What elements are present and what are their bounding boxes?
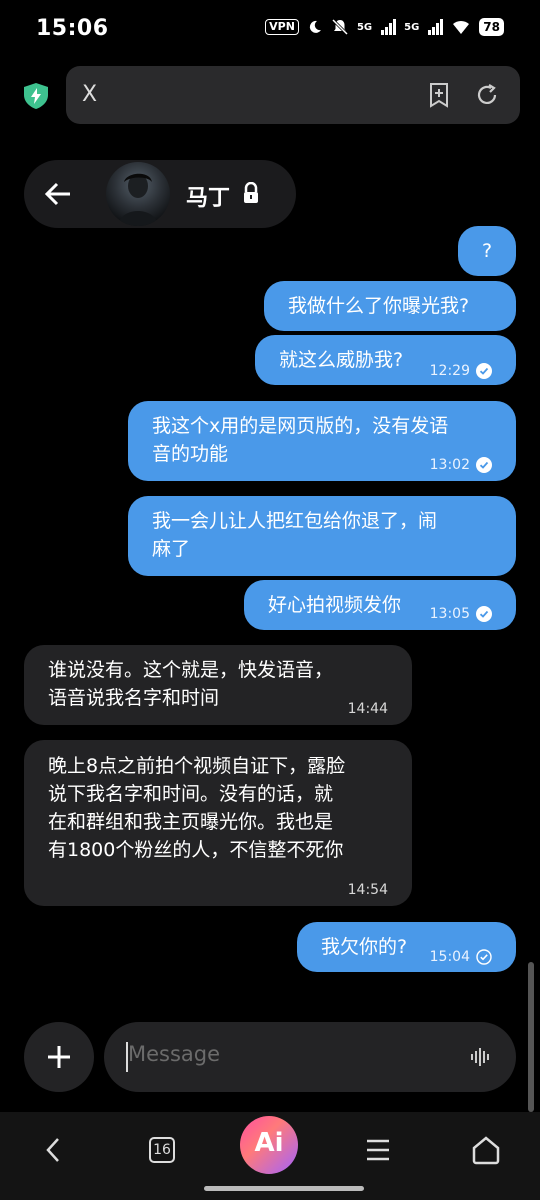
menu-button[interactable] bbox=[358, 1130, 398, 1170]
url-text[interactable]: X bbox=[82, 82, 97, 107]
message-text: 我这个x用的是网页版的，没有发语 音的功能 bbox=[152, 415, 449, 465]
hamburger-menu-icon bbox=[367, 1139, 389, 1161]
signal-bars-icon-2 bbox=[428, 19, 444, 35]
message-meta: 14:54 bbox=[348, 876, 388, 904]
message-text: 谁说没有。这个就是，快发语音， 语音说我名字和时间 bbox=[48, 659, 334, 709]
vpn-badge: VPN bbox=[265, 19, 299, 35]
message-time: 14:44 bbox=[347, 701, 388, 717]
signal-5g-label: 5G bbox=[356, 21, 373, 33]
ai-assistant-button[interactable]: Ai bbox=[240, 1116, 298, 1174]
plus-icon bbox=[48, 1046, 70, 1068]
avatar[interactable] bbox=[106, 162, 170, 226]
message-input[interactable]: Message bbox=[104, 1022, 516, 1092]
message-meta: 13:05 bbox=[430, 600, 492, 628]
status-time: 15:06 bbox=[36, 16, 109, 41]
message-bubble-outgoing[interactable]: 我做什么了你曝光我? bbox=[264, 281, 516, 331]
moon-icon bbox=[309, 20, 321, 33]
message-time: 14:54 bbox=[347, 882, 388, 898]
arrow-left-icon bbox=[44, 182, 70, 206]
message-bubble-incoming[interactable]: 晚上8点之前拍个视频自证下，露脸 说下我名字和时间。没有的话，就 在和群组和我主… bbox=[24, 740, 412, 906]
read-check-icon bbox=[476, 606, 492, 622]
add-attachment-button[interactable] bbox=[24, 1022, 94, 1092]
message-meta: 12:29 bbox=[430, 357, 492, 385]
message-text: 我一会儿让人把红包给你退了，闹 麻了 bbox=[152, 510, 438, 560]
gesture-home-indicator[interactable] bbox=[204, 1186, 364, 1191]
signal-5g-label-2: 5G bbox=[404, 21, 420, 33]
signal-bars-icon bbox=[381, 19, 397, 35]
chat-header: 马丁 bbox=[24, 160, 296, 228]
tabs-count: 16 bbox=[149, 1137, 175, 1163]
message-meta: 13:02 bbox=[430, 451, 492, 479]
message-time: 13:02 bbox=[429, 457, 470, 473]
message-text: 我欠你的? bbox=[321, 936, 408, 958]
lock-icon bbox=[244, 182, 258, 203]
message-bubble-incoming[interactable]: 谁说没有。这个就是，快发语音， 语音说我名字和时间 14:44 bbox=[24, 645, 412, 725]
message-text: 我做什么了你曝光我? bbox=[288, 295, 470, 317]
message-bubble-outgoing[interactable]: ? bbox=[458, 226, 516, 276]
nav-back-button[interactable] bbox=[34, 1130, 74, 1170]
message-bubble-outgoing[interactable]: 好心拍视频发你 13:05 bbox=[244, 580, 516, 630]
scrollbar-thumb[interactable] bbox=[528, 962, 534, 1112]
battery-level: 78 bbox=[479, 18, 504, 36]
contact-name[interactable]: 马丁 bbox=[186, 180, 230, 212]
message-meta: 15:04 bbox=[430, 943, 492, 971]
message-bubble-outgoing[interactable]: 我欠你的? 15:04 bbox=[297, 922, 516, 972]
status-icons: VPN 5G 5G 78 bbox=[265, 18, 504, 36]
wifi-icon bbox=[453, 20, 470, 34]
tabs-button[interactable]: 16 bbox=[142, 1130, 182, 1170]
message-text: 就这么威胁我? bbox=[279, 349, 404, 371]
message-time: 13:05 bbox=[429, 606, 470, 622]
read-check-icon bbox=[476, 363, 492, 379]
home-icon bbox=[472, 1136, 500, 1165]
message-bubble-outgoing[interactable]: 我这个x用的是网页版的，没有发语 音的功能 13:02 bbox=[128, 401, 516, 481]
reload-icon[interactable] bbox=[474, 82, 500, 108]
home-button[interactable] bbox=[466, 1130, 506, 1170]
read-check-icon bbox=[476, 457, 492, 473]
shield-icon[interactable] bbox=[22, 82, 50, 110]
message-time: 12:29 bbox=[429, 363, 470, 379]
message-placeholder: Message bbox=[128, 1042, 221, 1066]
ai-label: Ai bbox=[254, 1128, 284, 1158]
chevron-left-icon bbox=[46, 1138, 59, 1162]
message-text: ? bbox=[481, 240, 493, 262]
sent-check-icon bbox=[476, 949, 492, 965]
back-button[interactable] bbox=[24, 160, 92, 228]
avatar-silhouette bbox=[118, 173, 158, 226]
browser-bar: X bbox=[0, 66, 540, 124]
status-bar: 15:06 VPN 5G 5G 78 bbox=[0, 0, 540, 60]
message-text: 晚上8点之前拍个视频自证下，露脸 说下我名字和时间。没有的话，就 在和群组和我主… bbox=[48, 755, 346, 861]
bell-muted-icon bbox=[331, 18, 349, 36]
message-bubble-outgoing[interactable]: 就这么威胁我? 12:29 bbox=[255, 335, 516, 385]
message-text: 好心拍视频发你 bbox=[268, 594, 402, 616]
voice-waveform-icon[interactable] bbox=[470, 1046, 492, 1068]
message-time: 15:04 bbox=[429, 949, 470, 965]
message-bubble-outgoing[interactable]: 我一会儿让人把红包给你退了，闹 麻了 bbox=[128, 496, 516, 576]
message-meta: 14:44 bbox=[348, 695, 388, 723]
url-bar[interactable]: X bbox=[66, 66, 520, 124]
bookmark-add-icon[interactable] bbox=[426, 82, 452, 108]
